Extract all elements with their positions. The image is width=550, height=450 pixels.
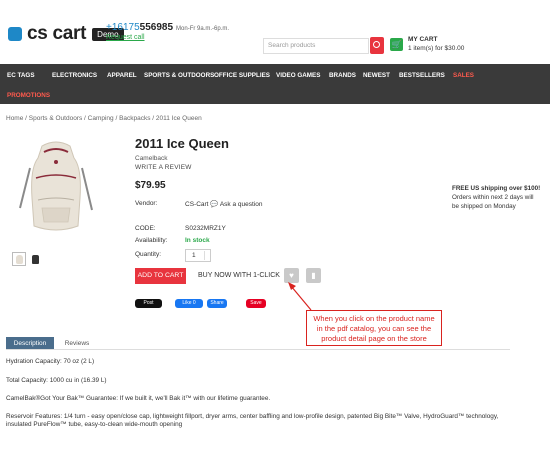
nav-item-sales[interactable]: SALES <box>453 72 474 79</box>
logo-icon <box>8 27 22 41</box>
vendor-label: Vendor: <box>135 200 158 207</box>
thumbnail-row <box>12 252 39 266</box>
vendor-value: CS-Cart 💬 Ask a question <box>185 200 262 208</box>
buy-now-one-click-button[interactable]: BUY NOW WITH 1-CLICK <box>198 272 280 279</box>
annotation-line2: in the pdf catalog, you can see the <box>316 324 432 333</box>
nav-item-video-games[interactable]: VIDEO GAMES <box>276 72 320 79</box>
code-value: S0232MRZ1Y <box>185 225 226 232</box>
annotation-line1: When you click on the product name <box>313 314 435 323</box>
cart-summary[interactable]: MY CART 1 item(s) for $30.00 <box>408 35 464 53</box>
tab-divider <box>6 349 510 350</box>
nav-item-sports-outdoors[interactable]: SPORTS & OUTDOORS <box>144 72 214 79</box>
request-call-link[interactable]: Request call <box>106 34 229 41</box>
pinterest-save-button[interactable]: Save <box>246 299 266 308</box>
shipping-info: FREE US shipping over $100! Orders withi… <box>452 184 550 211</box>
nav-item-office-supplies[interactable]: OFFICE SUPPLIES <box>214 72 270 79</box>
cart-icon[interactable]: 🛒 <box>390 38 403 51</box>
quantity-value: 1 <box>192 252 196 259</box>
nav-item-brands[interactable]: BRANDS <box>329 72 356 79</box>
code-label: CODE: <box>135 225 156 232</box>
availability-value: In stock <box>185 237 210 244</box>
add-to-cart-button[interactable]: ADD TO CART <box>135 268 186 284</box>
quantity-stepper[interactable]: 1 <box>185 249 211 262</box>
write-review-link[interactable]: WRITE A REVIEW <box>135 164 192 171</box>
cart-title: MY CART <box>408 36 438 43</box>
chat-icon: 💬 <box>210 201 219 208</box>
site-header: cs cart Demo +16175556985 Mon-Fr 9a.m.-6p… <box>0 0 550 62</box>
cart-count: 1 item(s) for $30.00 <box>408 45 465 52</box>
main-nav: EC TAGS ELECTRONICS APPAREL SPORTS & OUT… <box>0 64 550 104</box>
annotation-callout: When you click on the product name in th… <box>306 310 442 346</box>
nav-item-promotions[interactable]: PROMOTIONS <box>7 92 50 99</box>
nav-item-apparel[interactable]: APPAREL <box>107 72 137 79</box>
facebook-like-button[interactable]: Like 0 <box>175 299 203 308</box>
nav-item-newest[interactable]: NEWEST <box>363 72 390 79</box>
search-input[interactable]: Search products <box>263 38 369 54</box>
stepper-arrows-icon[interactable] <box>204 251 209 260</box>
phone-prefix: +16175 <box>106 22 140 33</box>
quantity-label: Quantity: <box>135 251 162 258</box>
vendor-link[interactable]: CS-Cart <box>185 201 208 208</box>
nav-item-bestsellers[interactable]: BESTSELLERS <box>399 72 445 79</box>
availability-label: Availability: <box>135 237 168 244</box>
thumbnail-ice-queen[interactable] <box>12 252 26 266</box>
shipping-line2: be shipped on Monday <box>452 203 516 210</box>
annotation-line3: product detail page on the store <box>321 334 427 343</box>
description-line: Reservoir Features: 1/4 turn - easy open… <box>6 413 499 420</box>
phone-number: 556985 <box>139 22 174 33</box>
description-line: insulated PureFlow™ tube, easy-to-clean … <box>6 421 183 428</box>
description-line: CamelBak®Got Your Bak™ Guarantee: If we … <box>6 395 271 402</box>
product-brand[interactable]: Camelback <box>135 155 168 162</box>
ask-question-link[interactable]: Ask a question <box>220 201 263 208</box>
product-image[interactable] <box>12 138 100 238</box>
phone-block: +16175556985 Mon-Fr 9a.m.-6p.m. Request c… <box>106 22 229 41</box>
shipping-line1: Orders within next 2 days will <box>452 194 534 201</box>
product-price: $79.95 <box>135 180 166 191</box>
description-line: Total Capacity: 1000 cu in (16.39 L) <box>6 377 107 384</box>
search-button[interactable] <box>370 37 384 54</box>
nav-item-ec-tags[interactable]: EC TAGS <box>7 72 35 79</box>
breadcrumb[interactable]: Home / Sports & Outdoors / Camping / Bac… <box>6 115 202 122</box>
description-line: Hydration Capacity: 70 oz (2 L) <box>6 358 95 365</box>
thumbnail-alt[interactable] <box>32 254 39 264</box>
logo-text: cs cart <box>27 23 87 44</box>
facebook-share-button[interactable]: Share <box>207 299 227 308</box>
product-title: 2011 Ice Queen <box>135 136 229 151</box>
business-hours: Mon-Fr 9a.m.-6p.m. <box>176 26 230 32</box>
shipping-title: FREE US shipping over $100! <box>452 185 541 192</box>
x-post-button[interactable]: Post <box>135 299 162 308</box>
nav-item-electronics[interactable]: ELECTRONICS <box>52 72 97 79</box>
